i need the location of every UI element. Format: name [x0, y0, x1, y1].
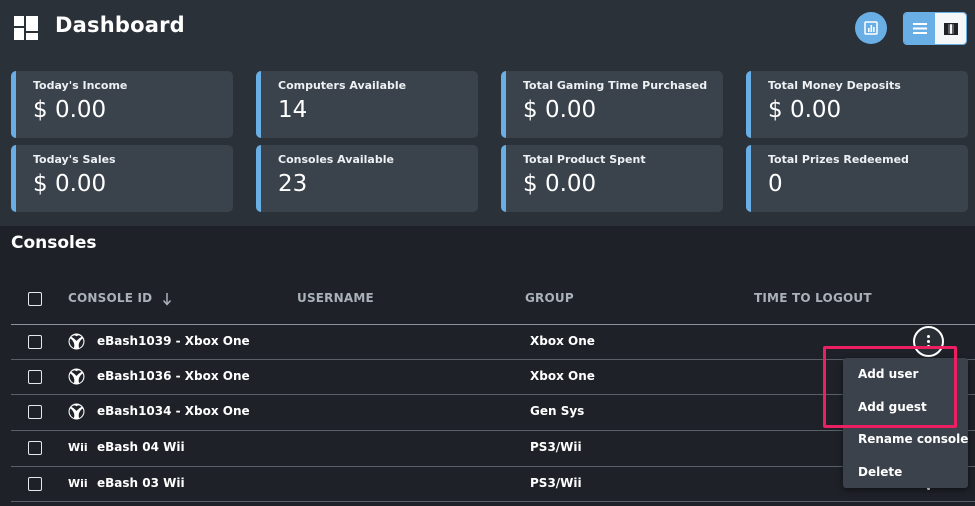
list-view-button[interactable] [904, 13, 935, 44]
stat-value: $ 0.00 [768, 97, 842, 123]
view-toggle [903, 12, 967, 45]
columns-icon [943, 22, 958, 35]
console-group: Xbox One [530, 369, 595, 383]
page-title: Dashboard [55, 13, 185, 37]
console-id: eBash1036 - Xbox One [97, 369, 250, 383]
column-header-console-id[interactable]: CONSOLE ID [68, 291, 152, 305]
console-group: Xbox One [530, 334, 595, 348]
more-vertical-icon [927, 335, 930, 338]
stat-value: 0 [768, 171, 783, 197]
xbox-icon [68, 333, 85, 350]
stat-value: $ 0.00 [33, 97, 107, 123]
stat-value: $ 0.00 [523, 97, 597, 123]
stat-card-todays-sales: Today's Sales $ 0.00 [11, 145, 233, 212]
stat-value: 23 [278, 171, 308, 197]
stat-card-todays-income: Today's Income $ 0.00 [11, 71, 233, 138]
stat-card-total-prizes-redeemed: Total Prizes Redeemed 0 [746, 145, 968, 212]
stat-value: $ 0.00 [33, 171, 107, 197]
stat-label: Today's Sales [33, 153, 116, 166]
stat-label: Total Prizes Redeemed [768, 153, 909, 166]
highlight-annotation [823, 346, 957, 428]
stat-label: Total Gaming Time Purchased [523, 79, 708, 92]
stat-label: Consoles Available [278, 153, 394, 166]
row-checkbox[interactable] [28, 335, 42, 349]
column-header-time-to-logout[interactable]: TIME TO LOGOUT [754, 291, 872, 305]
stat-label: Total Money Deposits [768, 79, 901, 92]
stat-label: Total Product Spent [523, 153, 646, 166]
stat-card-computers-available: Computers Available 14 [256, 71, 478, 138]
list-icon [912, 23, 927, 34]
grid-view-button[interactable] [935, 13, 966, 44]
console-id: eBash1039 - Xbox One [97, 334, 250, 348]
wii-icon: Wii [68, 477, 88, 490]
section-title: Consoles [11, 233, 97, 253]
xbox-icon [68, 403, 85, 420]
stat-card-consoles-available: Consoles Available 23 [256, 145, 478, 212]
menu-item-delete[interactable]: Delete [858, 465, 902, 479]
table-row[interactable]: Wii eBash 04 Wii PS3/Wii [0, 430, 975, 465]
statistics-button[interactable] [855, 12, 887, 44]
console-id: eBash 03 Wii [97, 476, 185, 490]
console-group: Gen Sys [530, 404, 585, 418]
row-checkbox[interactable] [28, 477, 42, 491]
menu-item-rename-console[interactable]: Rename console [858, 432, 968, 446]
console-group: PS3/Wii [530, 440, 582, 454]
more-vertical-dot [927, 340, 930, 343]
stat-card-total-money-deposits: Total Money Deposits $ 0.00 [746, 71, 968, 138]
console-group: PS3/Wii [530, 476, 582, 490]
row-checkbox[interactable] [28, 441, 42, 455]
bar-chart-icon [864, 21, 878, 35]
stat-label: Today's Income [33, 79, 128, 92]
row-divider [11, 501, 975, 502]
select-all-checkbox[interactable] [28, 292, 42, 306]
console-id: eBash1034 - Xbox One [97, 404, 250, 418]
stat-label: Computers Available [278, 79, 407, 92]
column-header-username[interactable]: USERNAME [297, 291, 374, 305]
stat-value: 14 [278, 97, 308, 123]
xbox-icon [68, 368, 85, 385]
row-checkbox[interactable] [28, 405, 42, 419]
stat-value: $ 0.00 [523, 171, 597, 197]
table-row[interactable]: Wii eBash 03 Wii PS3/Wii [0, 466, 975, 501]
row-checkbox[interactable] [28, 370, 42, 384]
arrow-down-icon[interactable] [162, 292, 172, 306]
column-header-group[interactable]: GROUP [525, 291, 574, 305]
console-id: eBash 04 Wii [97, 440, 185, 454]
stat-card-total-product-spent: Total Product Spent $ 0.00 [501, 145, 723, 212]
dashboard-grid-icon [14, 16, 38, 40]
stat-card-total-gaming-time: Total Gaming Time Purchased $ 0.00 [501, 71, 723, 138]
wii-icon: Wii [68, 441, 88, 454]
